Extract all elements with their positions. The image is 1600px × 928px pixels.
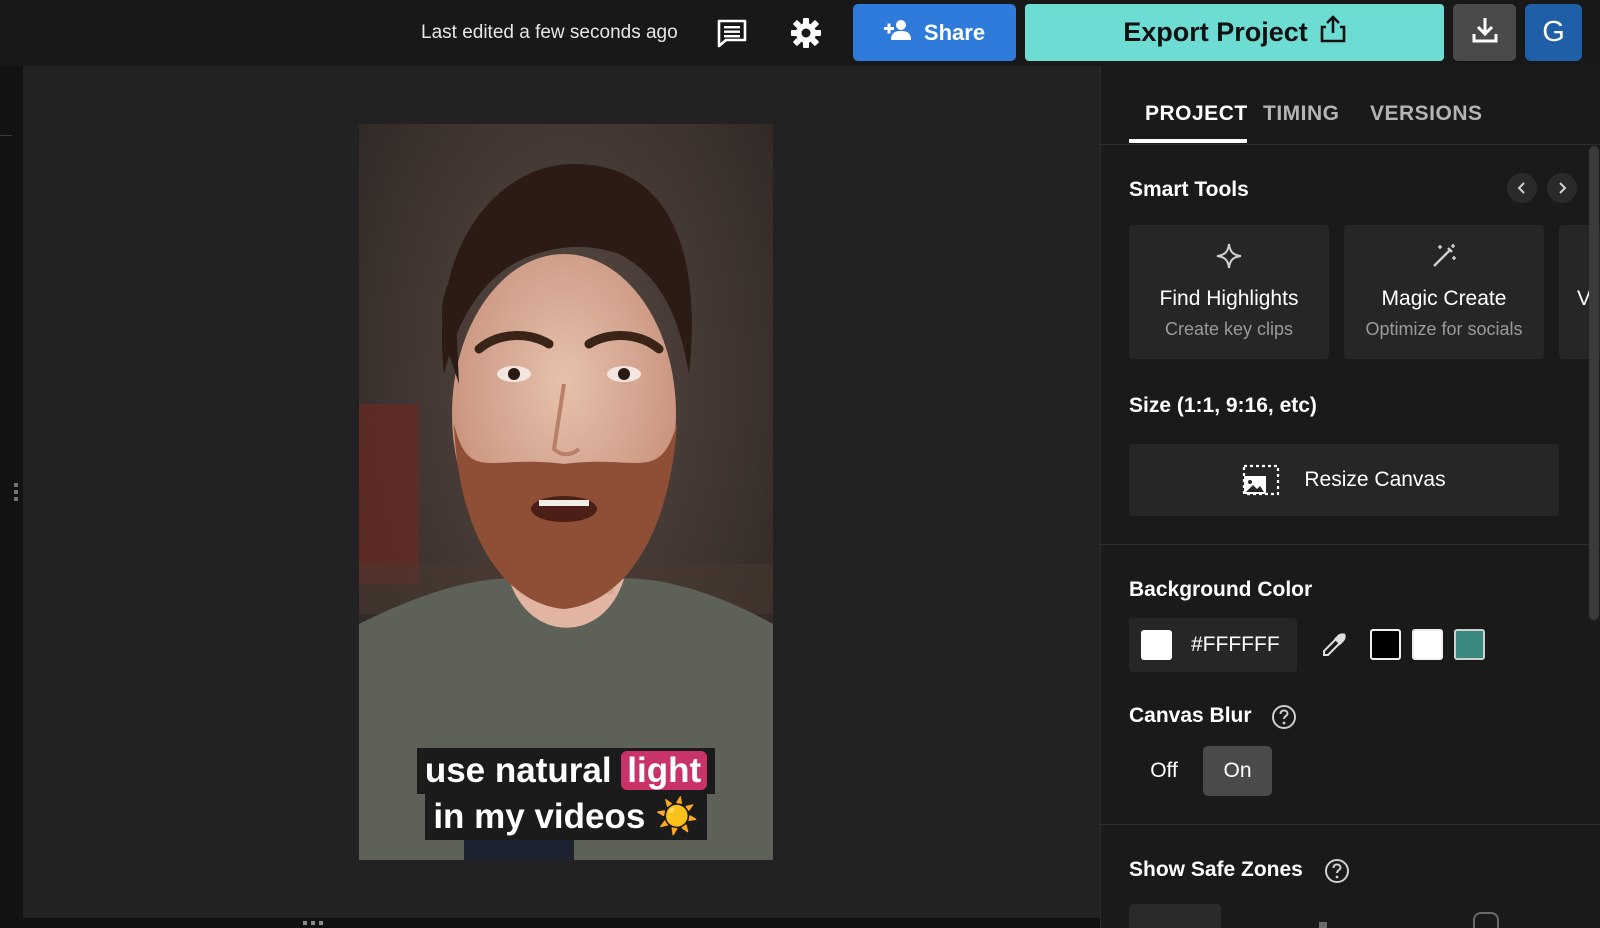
tool-card-title: Magic Create [1381, 287, 1507, 310]
background-color-heading: Background Color [1129, 578, 1313, 601]
partial-control [1473, 912, 1499, 928]
magic-create-card[interactable]: Magic Create Optimize for socials [1344, 225, 1544, 359]
color-preset-teal[interactable] [1454, 629, 1485, 660]
share-label: Share [923, 19, 986, 45]
tool-card-subtitle: Optimize for socials [1365, 319, 1523, 339]
comment-icon[interactable] [713, 14, 751, 52]
safe-zones-toggle[interactable] [1129, 904, 1221, 928]
gear-icon[interactable] [787, 14, 825, 52]
canvas-blur-off[interactable]: Off [1129, 746, 1199, 796]
chevron-left-icon [1517, 182, 1525, 194]
current-color-swatch[interactable] [1141, 630, 1172, 660]
caption-highlight-word: light [621, 751, 708, 790]
section-divider [1101, 544, 1600, 545]
partial-control [1319, 922, 1327, 928]
help-icon[interactable] [1324, 858, 1350, 884]
background-color-field[interactable]: #FFFFFF [1129, 618, 1297, 672]
magic-wand-icon [1433, 244, 1456, 267]
canvas-blur-on[interactable]: On [1203, 746, 1272, 796]
color-preset-black[interactable] [1370, 629, 1401, 660]
tab-versions[interactable]: VERSIONS [1370, 102, 1483, 126]
section-divider [1101, 824, 1600, 825]
left-rail-divider [0, 135, 12, 136]
find-highlights-card[interactable]: Find Highlights Create key clips [1129, 225, 1329, 359]
safe-zones-heading: Show Safe Zones [1129, 858, 1303, 881]
panel-resize-handle[interactable] [14, 483, 18, 501]
download-button[interactable] [1453, 4, 1516, 61]
video-preview[interactable]: use natural light in my videos ☀️ [359, 124, 773, 860]
top-bar: Last edited a few seconds ago Share Expo… [0, 0, 1600, 66]
video-caption[interactable]: use natural light in my videos ☀️ [359, 748, 773, 840]
color-hex-value[interactable]: #FFFFFF [1191, 633, 1280, 657]
share-out-icon [1320, 15, 1346, 50]
resize-canvas-label: Resize Canvas [1304, 468, 1446, 491]
tool-card-subtitle: Create key clips [1164, 319, 1294, 339]
canvas-stage: use natural light in my videos ☀️ [23, 66, 1100, 918]
user-avatar[interactable]: G [1525, 4, 1582, 61]
active-tab-indicator [1129, 139, 1247, 143]
size-heading: Size (1:1, 9:16, etc) [1129, 394, 1317, 417]
share-button[interactable]: Share [853, 4, 1016, 61]
tab-timing[interactable]: TIMING [1263, 102, 1340, 126]
download-icon [1471, 16, 1499, 49]
tab-project[interactable]: PROJECT [1145, 102, 1248, 126]
smart-tools-heading: Smart Tools [1129, 178, 1249, 201]
resize-canvas-button[interactable]: Resize Canvas [1129, 444, 1559, 516]
last-edited-status: Last edited a few seconds ago [421, 22, 678, 43]
export-project-button[interactable]: Export Project [1025, 4, 1444, 61]
color-preset-white[interactable] [1412, 629, 1443, 660]
canvas-blur-heading: Canvas Blur [1129, 704, 1252, 727]
chevron-right-icon [1559, 182, 1567, 194]
panel-tabs: PROJECT TIMING VERSIONS [1101, 66, 1600, 145]
export-label: Export Project [1123, 17, 1308, 47]
left-rail [0, 66, 23, 928]
smart-tools-next-button[interactable] [1547, 173, 1577, 203]
timeline-resize-handle[interactable] [303, 921, 323, 925]
help-icon[interactable] [1271, 704, 1297, 730]
properties-panel: PROJECT TIMING VERSIONS Smart Tools Find… [1100, 66, 1600, 928]
caption-line-1: use natural light [416, 748, 716, 794]
resize-canvas-icon [1243, 464, 1280, 496]
smart-tools-prev-button[interactable] [1507, 173, 1537, 203]
caption-text-plain: use natural [424, 751, 612, 790]
caption-line-2: in my videos ☀️ [425, 794, 707, 840]
eyedropper-icon[interactable] [1320, 631, 1348, 659]
add-person-icon [883, 19, 912, 47]
tool-card-title: Find Highlights [1159, 287, 1299, 310]
panel-scrollbar[interactable] [1589, 146, 1599, 620]
sparkle-icon [1216, 243, 1242, 269]
